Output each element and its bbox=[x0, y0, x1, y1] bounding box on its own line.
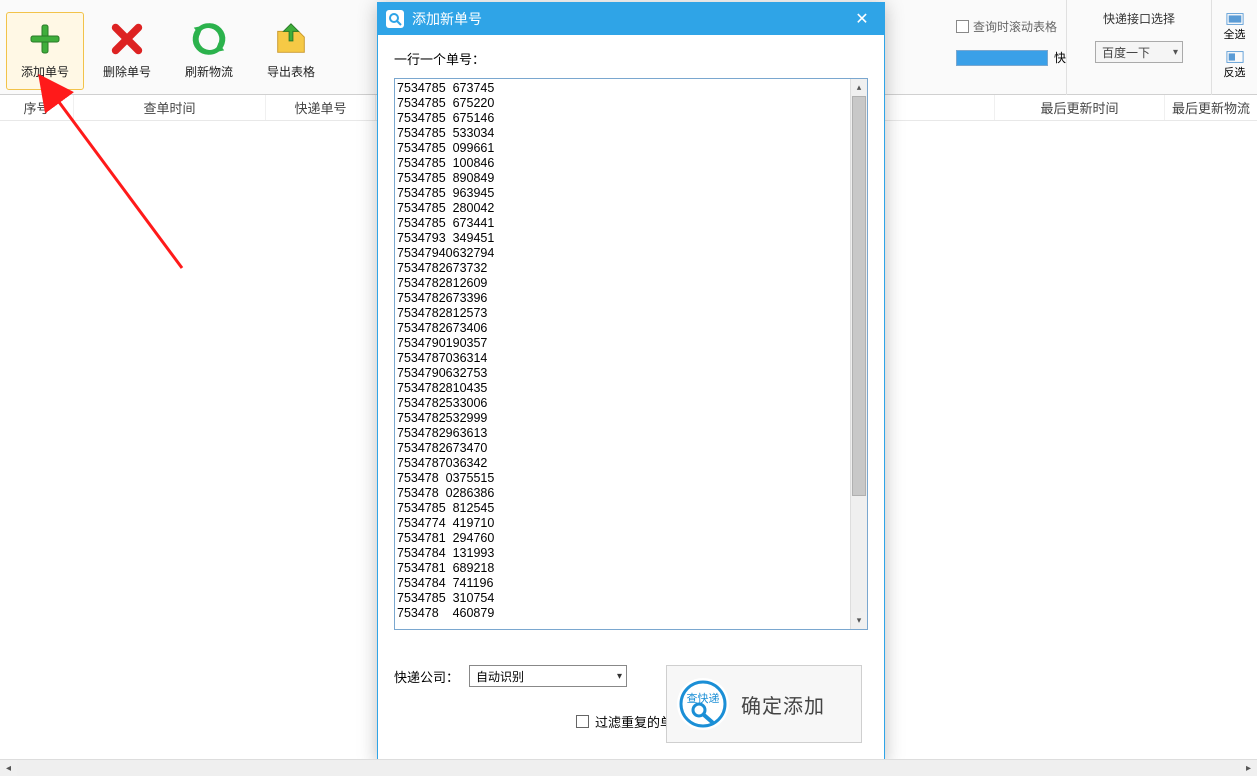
scroll-right-icon[interactable]: ▸ bbox=[1240, 760, 1257, 776]
scroll-track[interactable] bbox=[17, 760, 1240, 776]
confirm-label: 确定添加 bbox=[741, 690, 825, 719]
delete-icon bbox=[107, 19, 147, 59]
export-button[interactable]: 导出表格 bbox=[252, 12, 330, 90]
col-query-time[interactable]: 查单时间 bbox=[74, 95, 266, 120]
grid-horizontal-scrollbar[interactable]: ◂ ▸ bbox=[0, 759, 1257, 776]
toolbar-right: 查询时滚动表格 快 快递接口选择 百度一下 ▾ 全选 反选 bbox=[956, 0, 1257, 95]
company-dropdown[interactable]: 自动识别 ▾ bbox=[469, 665, 627, 687]
scroll-left-icon[interactable]: ◂ bbox=[0, 760, 17, 776]
select-all-button[interactable]: 全选 bbox=[1218, 8, 1251, 46]
col-seq[interactable]: 序号 bbox=[0, 95, 74, 120]
add-tracking-button[interactable]: 添加单号 bbox=[6, 12, 84, 90]
tracking-textarea[interactable] bbox=[395, 79, 850, 629]
plus-icon bbox=[25, 19, 65, 59]
scroll-checkbox-label: 查询时滚动表格 bbox=[973, 18, 1057, 35]
add-tracking-dialog: 添加新单号 ✕ 一行一个单号： ▴ ▾ 快递公司： 自动识别 ▾ 过滤重复的单号 bbox=[377, 2, 885, 762]
dialog-title: 添加新单号 bbox=[412, 9, 482, 29]
filter-duplicate-checkbox[interactable] bbox=[576, 715, 589, 728]
add-label: 添加单号 bbox=[21, 63, 69, 80]
arrow-to-add bbox=[56, 98, 182, 268]
interface-value: 百度一下 bbox=[1102, 44, 1150, 61]
interface-title: 快递接口选择 bbox=[1103, 10, 1175, 27]
chevron-down-icon: ▾ bbox=[617, 671, 622, 682]
export-label: 导出表格 bbox=[267, 63, 315, 80]
scroll-option-group: 查询时滚动表格 快 bbox=[956, 0, 1066, 66]
col-last-update-time[interactable]: 最后更新时间 bbox=[995, 95, 1165, 120]
select-all-label: 全选 bbox=[1224, 26, 1246, 42]
dialog-titlebar[interactable]: 添加新单号 ✕ bbox=[378, 3, 884, 35]
delete-label: 删除单号 bbox=[103, 63, 151, 80]
selection-group: 全选 反选 bbox=[1211, 0, 1257, 95]
col-last-update-loc[interactable]: 最后更新物流 bbox=[1165, 95, 1257, 120]
col-tracking-no[interactable]: 快递单号 bbox=[266, 95, 376, 120]
company-label: 快递公司： bbox=[394, 667, 459, 686]
svg-text:查快递: 查快递 bbox=[687, 691, 720, 705]
company-value: 自动识别 bbox=[476, 668, 524, 685]
scroll-up-icon[interactable]: ▴ bbox=[851, 79, 867, 96]
lookup-icon: 查快递 bbox=[677, 678, 729, 730]
interface-dropdown[interactable]: 百度一下 ▾ bbox=[1095, 41, 1183, 63]
scroll-down-icon[interactable]: ▾ bbox=[851, 612, 867, 629]
chevron-down-icon: ▾ bbox=[1173, 47, 1178, 58]
confirm-add-button[interactable]: 查快递 确定添加 bbox=[666, 665, 862, 743]
speed-slider[interactable] bbox=[956, 50, 1048, 66]
toolbar-group: 添加单号 删除单号 刷新物流 bbox=[0, 0, 336, 95]
search-icon bbox=[386, 10, 404, 28]
refresh-button[interactable]: 刷新物流 bbox=[170, 12, 248, 90]
refresh-icon bbox=[189, 19, 229, 59]
scroll-checkbox[interactable] bbox=[956, 20, 969, 33]
select-inverse-button[interactable]: 反选 bbox=[1218, 46, 1251, 84]
delete-tracking-button[interactable]: 删除单号 bbox=[88, 12, 166, 90]
refresh-label: 刷新物流 bbox=[185, 63, 233, 80]
tracking-textarea-wrap: ▴ ▾ bbox=[394, 78, 868, 630]
dialog-body: 一行一个单号： ▴ ▾ 快递公司： 自动识别 ▾ 过滤重复的单号 bbox=[378, 35, 884, 761]
textarea-scrollbar[interactable]: ▴ ▾ bbox=[850, 79, 867, 629]
scroll-thumb[interactable] bbox=[852, 96, 866, 496]
speed-label: 快 bbox=[1054, 49, 1066, 66]
interface-select-group: 快递接口选择 百度一下 ▾ bbox=[1066, 0, 1211, 95]
close-button[interactable]: ✕ bbox=[848, 9, 876, 29]
input-hint: 一行一个单号： bbox=[394, 49, 868, 68]
export-icon bbox=[271, 19, 311, 59]
select-inverse-label: 反选 bbox=[1224, 64, 1246, 80]
